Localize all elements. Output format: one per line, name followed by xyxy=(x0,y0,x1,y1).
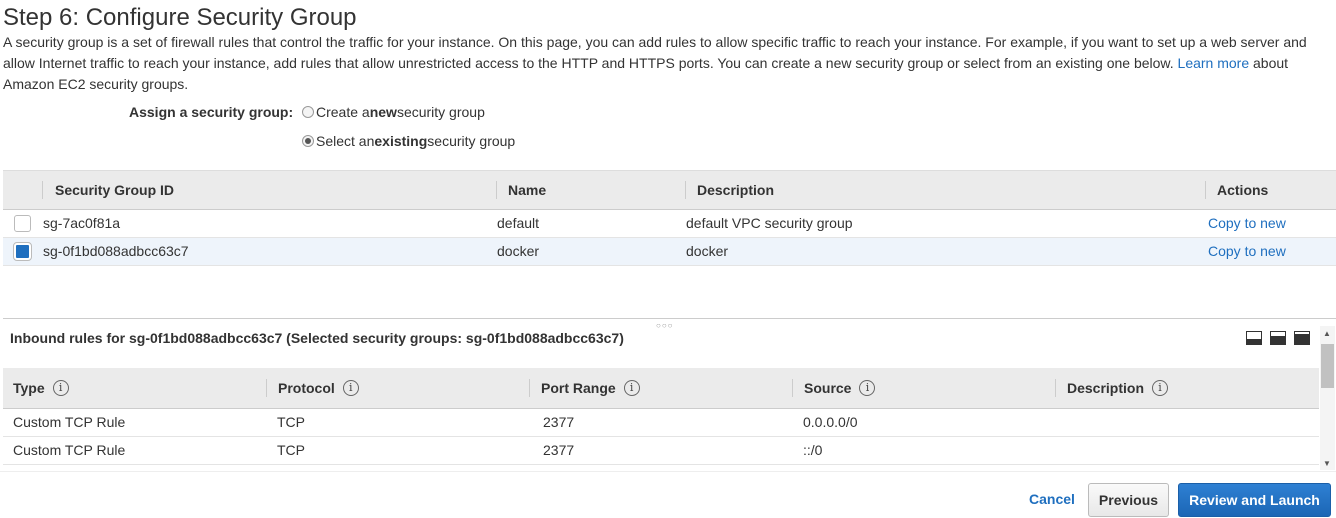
col-header-description: Description i xyxy=(1067,368,1169,408)
col-header-port-range-label: Port Range xyxy=(541,380,616,396)
column-separator xyxy=(1205,181,1206,199)
rule-type-cell: Custom TCP Rule xyxy=(13,414,126,430)
create-new-sg-radio[interactable] xyxy=(302,106,314,118)
sg-description-cell: default VPC security group xyxy=(686,215,853,231)
resize-grip-icon[interactable]: ○○○ xyxy=(656,321,674,330)
select-existing-sg-option[interactable]: Select an existing security group xyxy=(302,133,515,149)
scrollbar-thumb[interactable] xyxy=(1321,344,1334,388)
info-icon[interactable]: i xyxy=(342,380,359,396)
col-header-type-label: Type xyxy=(13,380,45,396)
create-new-sg-option[interactable]: Create a new security group xyxy=(302,104,485,120)
rule-protocol-cell: TCP xyxy=(277,414,305,430)
option-label-post: security group xyxy=(396,104,485,120)
option-label-post: security group xyxy=(427,133,516,149)
col-header-port-range: Port Range i xyxy=(541,368,640,408)
option-label-pre: Create a xyxy=(316,104,370,120)
col-header-source-label: Source xyxy=(804,380,852,396)
panel-divider[interactable] xyxy=(3,318,1336,319)
scroll-down-icon[interactable]: ▼ xyxy=(1323,459,1331,468)
view-bottom-panel-icon[interactable] xyxy=(1246,331,1262,345)
rule-port-range-cell: 2377 xyxy=(543,414,575,430)
cancel-button[interactable]: Cancel xyxy=(1029,491,1075,507)
previous-button[interactable]: Previous xyxy=(1088,483,1169,517)
column-separator xyxy=(792,379,793,397)
intro-text-part1: A security group is a set of firewall ru… xyxy=(3,34,1307,71)
table-row: Custom TCP Rule TCP 2377 ::/0 xyxy=(3,437,1319,465)
intro-text: A security group is a set of firewall ru… xyxy=(3,32,1323,95)
scroll-up-icon[interactable]: ▲ xyxy=(1323,329,1331,338)
info-icon[interactable]: i xyxy=(859,380,876,396)
column-separator xyxy=(529,379,530,397)
view-split-panel-icon[interactable] xyxy=(1270,331,1286,345)
rule-source-cell: 0.0.0.0/0 xyxy=(803,414,858,430)
assign-security-group-label: Assign a security group: xyxy=(129,104,294,120)
col-header-source: Source i xyxy=(804,368,876,408)
info-icon[interactable]: i xyxy=(623,380,640,396)
column-separator xyxy=(266,379,267,397)
sg-id-cell: sg-7ac0f81a xyxy=(43,215,121,231)
inbound-rules-header: Type i Protocol i Port Range i Source i Desc… xyxy=(3,368,1319,409)
col-header-description[interactable]: Description xyxy=(697,171,774,209)
col-header-protocol: Protocol i xyxy=(278,368,359,408)
table-row[interactable]: sg-7ac0f81a default default VPC security… xyxy=(3,210,1336,238)
footer-divider xyxy=(0,471,1336,472)
option-label-bold: new xyxy=(369,104,397,120)
inbound-rules-title: Inbound rules for sg-0f1bd088adbcc63c7 (… xyxy=(10,330,624,346)
option-label-pre: Select an xyxy=(316,133,375,149)
copy-to-new-link[interactable]: Copy to new xyxy=(1208,238,1286,266)
info-icon[interactable]: i xyxy=(52,380,69,396)
table-row: Custom TCP Rule TCP 2377 0.0.0.0/0 xyxy=(3,409,1319,437)
rule-port-range-cell: 2377 xyxy=(543,442,575,458)
copy-to-new-link[interactable]: Copy to new xyxy=(1208,210,1286,238)
col-header-name[interactable]: Name xyxy=(508,171,546,209)
rule-protocol-cell: TCP xyxy=(277,442,305,458)
learn-more-link[interactable]: Learn more xyxy=(1178,55,1250,71)
row-checkbox[interactable] xyxy=(13,242,32,261)
column-separator xyxy=(685,181,686,199)
sg-id-cell: sg-0f1bd088adbcc63c7 xyxy=(43,243,189,259)
table-row[interactable]: sg-0f1bd088adbcc63c7 docker docker Copy … xyxy=(3,238,1336,266)
col-header-protocol-label: Protocol xyxy=(278,380,335,396)
page-title: Step 6: Configure Security Group xyxy=(3,4,357,31)
column-separator xyxy=(1055,379,1056,397)
option-label-bold: existing xyxy=(374,133,428,149)
select-existing-sg-radio[interactable] xyxy=(302,135,314,147)
col-header-actions: Actions xyxy=(1217,182,1269,198)
info-icon[interactable]: i xyxy=(1152,380,1169,396)
col-header-sg-id[interactable]: Security Group ID xyxy=(55,171,174,209)
sg-name-cell: docker xyxy=(497,243,540,259)
view-full-panel-icon[interactable] xyxy=(1294,331,1310,345)
row-checkbox[interactable] xyxy=(14,215,31,232)
rule-source-cell: ::/0 xyxy=(803,442,823,458)
rule-type-cell: Custom TCP Rule xyxy=(13,442,126,458)
view-toggle-group xyxy=(1246,331,1310,345)
col-header-description-label: Description xyxy=(1067,380,1145,396)
column-separator xyxy=(42,181,43,199)
col-header-type: Type i xyxy=(13,368,69,408)
sg-name-cell: default xyxy=(497,215,540,231)
security-groups-table-header: Security Group ID Name Description Actio… xyxy=(3,170,1336,210)
review-and-launch-button[interactable]: Review and Launch xyxy=(1178,483,1331,517)
sg-description-cell: docker xyxy=(686,243,729,259)
column-separator xyxy=(496,181,497,199)
